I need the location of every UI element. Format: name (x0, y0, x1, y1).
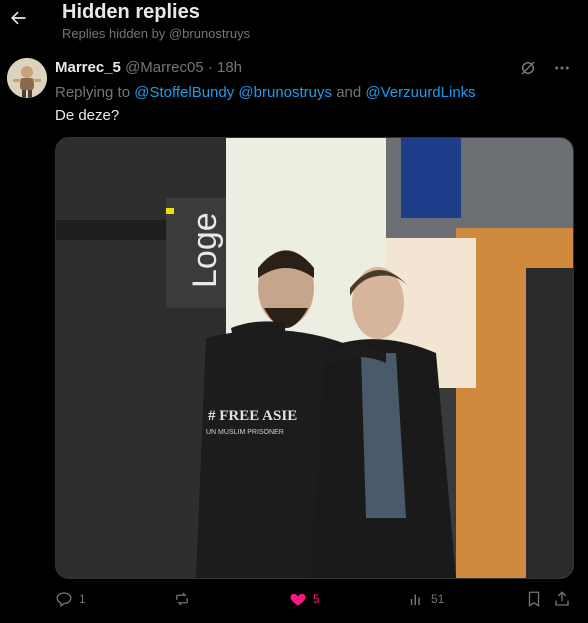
mention-link[interactable]: @VerzuurdLinks (365, 84, 475, 101)
page-subtitle: Replies hidden by @brunostruys (62, 26, 251, 41)
hide-reply-icon (521, 61, 535, 75)
views-icon (410, 594, 420, 605)
back-arrow-icon (11, 11, 26, 25)
handle[interactable]: @Marrec05 (125, 59, 204, 76)
mention-link[interactable]: @StoffelBundy (134, 84, 234, 101)
retweet-icon (176, 592, 188, 606)
share-icon (555, 591, 569, 606)
replying-to: Replying to @StoffelBundy @brunostruys a… (55, 84, 476, 101)
display-name[interactable]: Marrec_5 (55, 59, 121, 76)
back-button[interactable] (6, 6, 30, 30)
more-button[interactable] (552, 58, 572, 78)
avatar-image (7, 58, 47, 98)
shirt-text-2: UN MUSLIM PRISONER (206, 429, 284, 436)
share-button[interactable] (553, 588, 571, 610)
reply-button[interactable]: 1 (55, 588, 86, 610)
bookmark-icon (528, 591, 540, 608)
like-count: 5 (313, 592, 320, 606)
tweet-text: De deze? (55, 107, 120, 124)
like-button[interactable]: 5 (289, 588, 320, 610)
mention-link[interactable]: @brunostruys (238, 84, 332, 101)
avatar[interactable] (7, 58, 47, 98)
tweet-top-actions (518, 58, 572, 78)
hide-reply-button[interactable] (518, 58, 538, 78)
meta-separator: · (207, 59, 213, 76)
reply-count: 1 (79, 592, 86, 606)
timestamp[interactable]: 18h (217, 59, 242, 76)
heart-icon (290, 593, 306, 606)
tweet-actions: 1 5 51 (55, 588, 575, 612)
views-count: 51 (431, 592, 445, 606)
reply-icon (56, 592, 72, 608)
shirt-text-1: # FREE ASIE (208, 408, 297, 424)
replying-prefix: Replying to (55, 84, 131, 101)
page-title: Hidden replies (62, 1, 200, 23)
tweet-user-line: Marrec_5 @Marrec05 · 18h (55, 59, 242, 76)
retweet-button[interactable] (173, 588, 197, 610)
tweet-photo[interactable]: Loge # FREE ASIE UN MUSLIM PRISONER (55, 137, 574, 579)
photo-image: Loge # FREE ASIE UN MUSLIM PRISONER (56, 138, 573, 578)
views-button[interactable]: 51 (407, 588, 444, 610)
more-icon (555, 66, 569, 70)
header: Hidden replies Replies hidden by @brunos… (0, 0, 588, 48)
bookmark-button[interactable] (525, 588, 543, 610)
mention-joiner: and (336, 84, 362, 101)
sign-text: Loge (186, 212, 224, 288)
